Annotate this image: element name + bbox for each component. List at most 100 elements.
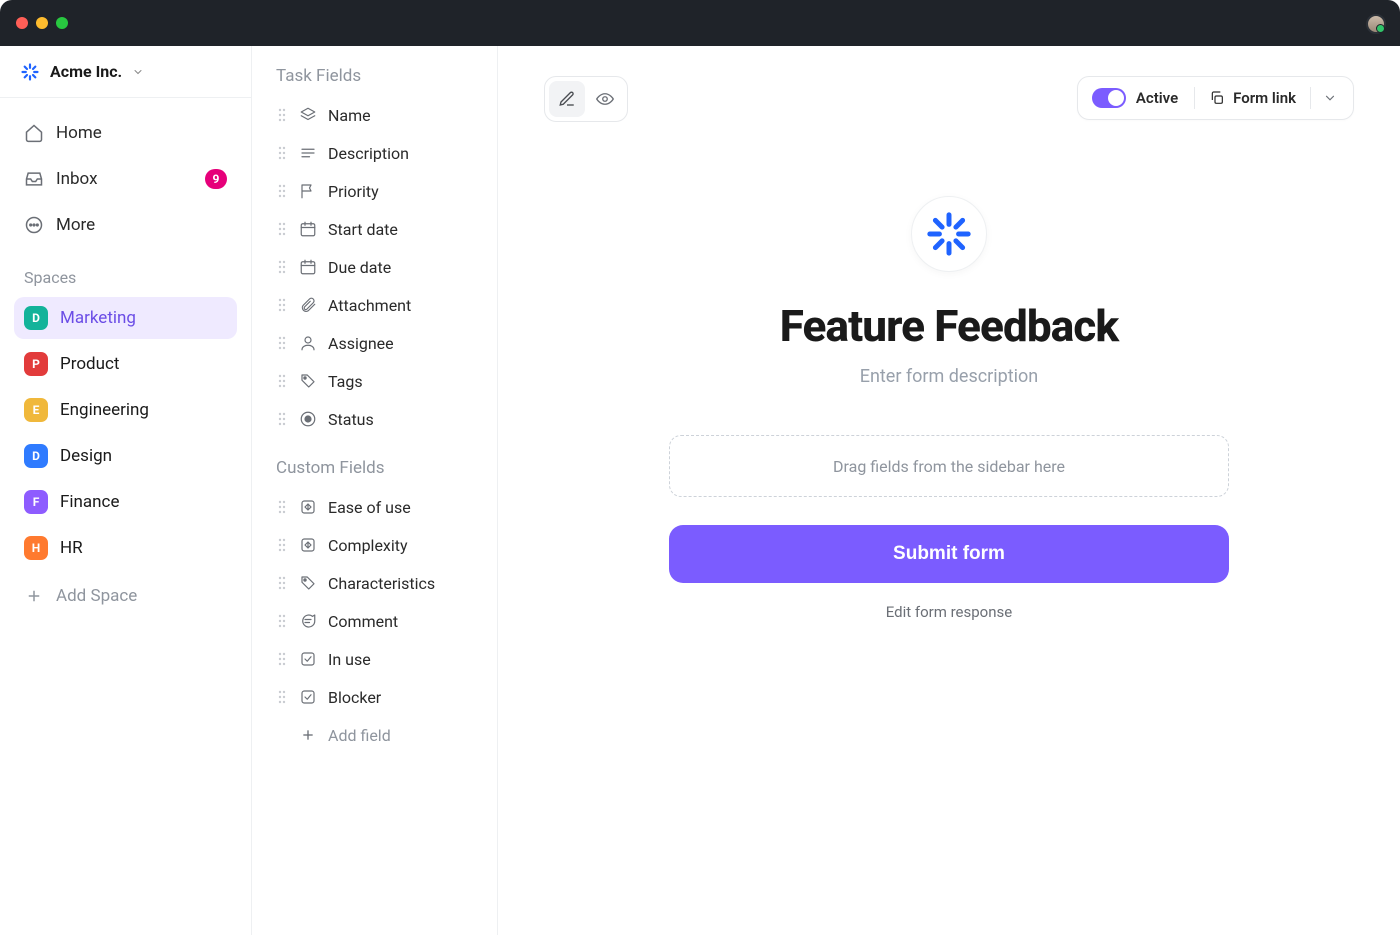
task-field-description[interactable]: Description [270,134,487,172]
nav-inbox[interactable]: Inbox 9 [14,158,237,200]
drag-handle-icon[interactable] [276,184,288,198]
nav-home[interactable]: Home [14,112,237,154]
space-color-badge: D [24,444,48,468]
space-item-engineering[interactable]: EEngineering [14,389,237,431]
form-title[interactable]: Feature Feedback [780,300,1119,352]
drag-handle-icon[interactable] [276,222,288,236]
space-name-label: Product [60,354,119,374]
tag-icon [298,573,318,593]
space-item-finance[interactable]: F Finance [14,481,237,523]
drag-handle-icon[interactable] [276,108,288,122]
field-name-label: Ease of use [328,498,411,517]
layers-icon [298,105,318,125]
custom-field-in-use[interactable]: In use [270,640,487,678]
diamond-icon [298,497,318,517]
dropzone-hint: Drag fields from the sidebar here [833,457,1065,476]
field-name-label: Start date [328,220,398,239]
task-field-name[interactable]: Name [270,96,487,134]
add-space-button[interactable]: Add Space [14,575,237,617]
field-name-label: Description [328,144,409,163]
drag-handle-icon[interactable] [276,538,288,552]
edit-form-response-link[interactable]: Edit form response [886,603,1012,621]
space-name-label: Engineering [60,400,149,420]
drag-handle-icon[interactable] [276,298,288,312]
chevron-down-icon [132,66,144,78]
drag-handle-icon[interactable] [276,336,288,350]
drag-handle-icon[interactable] [276,614,288,628]
drag-handle-icon[interactable] [276,652,288,666]
task-fields-heading: Task Fields [270,66,487,96]
preview-mode-button[interactable] [587,81,623,117]
diamond-icon [298,535,318,555]
window-maximize-button[interactable] [56,17,68,29]
space-item-marketing[interactable]: D Marketing [14,297,237,339]
tag-icon [298,371,318,391]
nav-more-label: More [56,215,95,235]
user-avatar[interactable] [1366,14,1386,34]
custom-field-blocker[interactable]: Blocker [270,678,487,716]
field-name-label: Name [328,106,371,125]
edit-mode-button[interactable] [549,81,585,117]
submit-form-button[interactable]: Submit form [669,525,1229,583]
space-name-label: Design [60,446,112,466]
field-name-label: Priority [328,182,379,201]
drag-handle-icon[interactable] [276,412,288,426]
paperclip-icon [298,295,318,315]
custom-field-complexity[interactable]: Complexity [270,526,487,564]
flag-icon [298,181,318,201]
drag-handle-icon[interactable] [276,500,288,514]
task-field-priority[interactable]: Priority [270,172,487,210]
lines-icon [298,143,318,163]
drag-handle-icon[interactable] [276,374,288,388]
task-field-status[interactable]: Status [270,400,487,438]
task-field-due-date[interactable]: Due date [270,248,487,286]
form-more-menu-button[interactable] [1315,83,1345,113]
task-field-attachment[interactable]: Attachment [270,286,487,324]
space-color-badge: D [24,306,48,330]
nav-more[interactable]: More [14,204,237,246]
task-field-tags[interactable]: Tags [270,362,487,400]
person-icon [298,333,318,353]
inbox-icon [24,169,44,189]
calendar-icon [298,219,318,239]
drag-handle-icon[interactable] [276,690,288,704]
custom-field-ease-of-use[interactable]: Ease of use [270,488,487,526]
window-titlebar [0,0,1400,46]
field-name-label: Tags [328,372,363,391]
drag-handle-icon[interactable] [276,576,288,590]
nav-inbox-label: Inbox [56,169,98,189]
status-icon [298,409,318,429]
add-field-label: Add field [328,726,391,745]
active-toggle[interactable] [1092,88,1126,108]
field-name-label: Complexity [328,536,408,555]
custom-field-comment[interactable]: Comment [270,602,487,640]
window-close-button[interactable] [16,17,28,29]
custom-fields-heading: Custom Fields [270,438,487,488]
drag-handle-icon[interactable] [276,260,288,274]
space-color-badge: P [24,352,48,376]
eye-icon [596,90,614,108]
plus-icon [24,586,44,606]
task-field-start-date[interactable]: Start date [270,210,487,248]
window-minimize-button[interactable] [36,17,48,29]
drag-handle-icon[interactable] [276,146,288,160]
plus-icon [298,725,318,745]
form-link-button[interactable]: Form link [1199,89,1306,107]
task-field-assignee[interactable]: Assignee [270,324,487,362]
workspace-switcher[interactable]: Acme Inc. [0,46,251,98]
space-item-product[interactable]: P Product [14,343,237,385]
form-description-placeholder[interactable]: Enter form description [860,366,1039,387]
field-name-label: In use [328,650,371,669]
space-item-design[interactable]: D Design [14,435,237,477]
form-field-dropzone[interactable]: Drag fields from the sidebar here [669,435,1229,497]
space-color-badge: F [24,490,48,514]
add-field-button[interactable]: ⋮⋮ Add field [270,716,487,754]
fields-sidebar: Task Fields Name Description Priority St… [252,46,498,935]
inbox-badge: 9 [205,169,227,189]
form-logo[interactable] [911,196,987,272]
space-name-label: Finance [60,492,119,512]
space-item-hr[interactable]: HHR [14,527,237,569]
space-name-label: Marketing [60,308,136,328]
custom-field-characteristics[interactable]: Characteristics [270,564,487,602]
field-name-label: Comment [328,612,398,631]
